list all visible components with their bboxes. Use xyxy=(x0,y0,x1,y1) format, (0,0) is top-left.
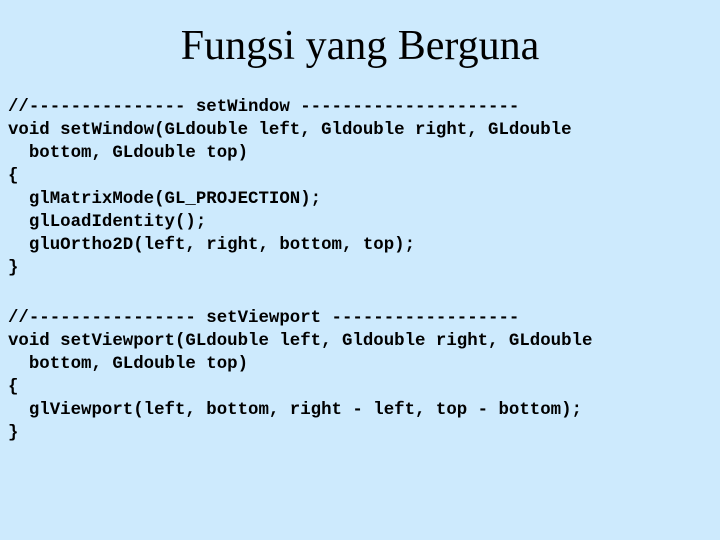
code-line-open-brace: { xyxy=(8,378,19,397)
code-line-comment: //---------------- setViewport ---------… xyxy=(8,309,520,328)
code-line-open-brace: { xyxy=(8,167,19,186)
code-line-statement: glLoadIdentity(); xyxy=(8,213,207,232)
slide-title: Fungsi yang Berguna xyxy=(180,23,540,69)
code-line-signature: void setViewport(GLdouble left, Gldouble… xyxy=(8,332,593,351)
code-line-statement: gluOrtho2D(left, right, bottom, top); xyxy=(8,236,416,255)
code-line-signature: void setWindow(GLdouble left, Gldouble r… xyxy=(8,121,572,140)
code-line-statement: glViewport(left, bottom, right - left, t… xyxy=(8,401,582,420)
code-line-signature-cont: bottom, GLdouble top) xyxy=(8,144,249,163)
code-line-close-brace: } xyxy=(8,259,19,278)
code-line-close-brace: } xyxy=(8,424,19,443)
code-line-signature-cont: bottom, GLdouble top) xyxy=(8,355,249,374)
code-line-statement: glMatrixMode(GL_PROJECTION); xyxy=(8,190,322,209)
code-line-comment: //--------------- setWindow ------------… xyxy=(8,98,520,117)
code-block-setviewport: //---------------- setViewport ---------… xyxy=(8,307,592,445)
code-block-setwindow: //--------------- setWindow ------------… xyxy=(8,96,572,280)
